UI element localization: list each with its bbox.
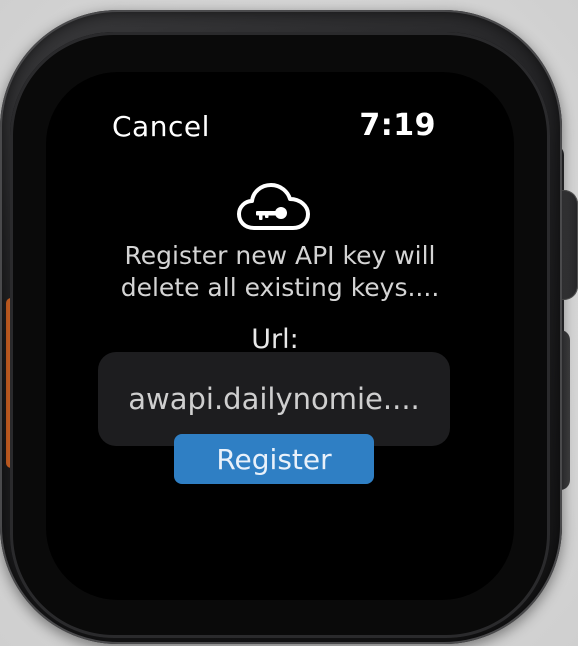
status-time: 7:19 [359, 108, 436, 143]
url-value: awapi.dailynomie.... [128, 382, 420, 416]
watch-case: Cancel 7:19 Register new API key will de… [0, 10, 562, 644]
cancel-button[interactable]: Cancel [112, 110, 210, 143]
url-field[interactable]: awapi.dailynomie.... [98, 352, 450, 446]
url-label: Url: [251, 324, 299, 355]
watch-screen: Cancel 7:19 Register new API key will de… [46, 72, 514, 600]
cloud-key-icon [237, 183, 310, 230]
warning-message-line-2: delete all existing keys.... [120, 273, 440, 302]
warning-message-line-1: Register new API key will [124, 241, 436, 270]
register-button[interactable]: Register [174, 434, 374, 484]
warning-message: Register new API key will delete all exi… [66, 240, 494, 304]
watch-device: Cancel 7:19 Register new API key will de… [0, 0, 578, 646]
